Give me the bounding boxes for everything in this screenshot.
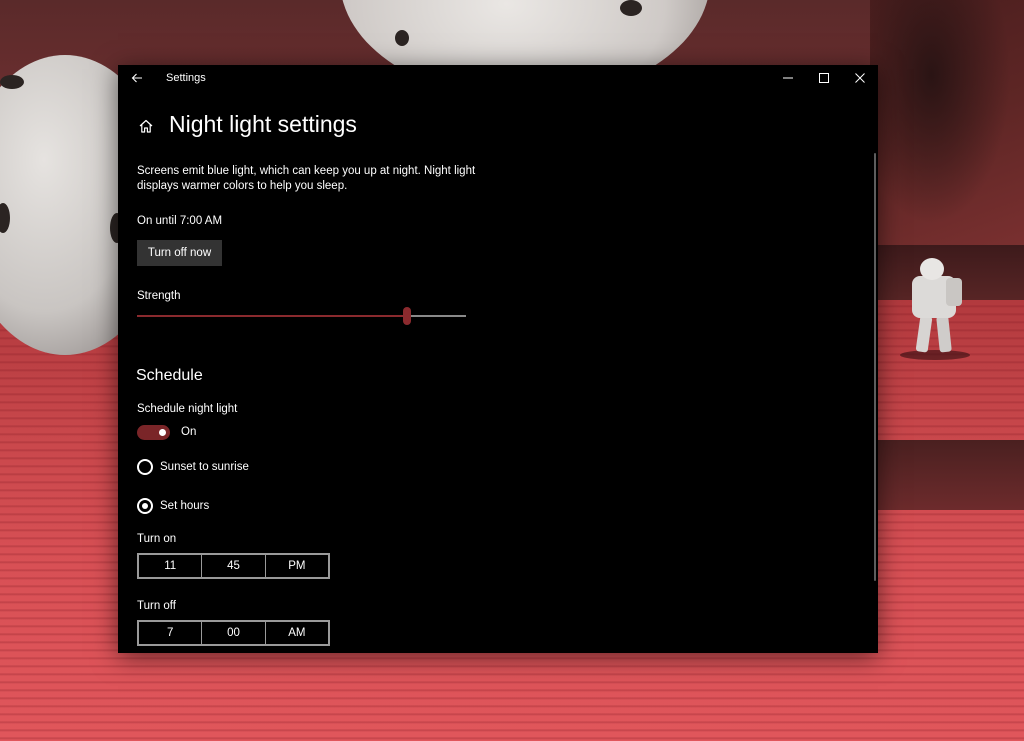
home-icon (139, 119, 153, 133)
window-title: Settings (166, 72, 206, 84)
slider-thumb[interactable] (403, 307, 411, 325)
radio-sunset-to-sunrise[interactable]: Sunset to sunrise (137, 459, 249, 475)
schedule-night-light-label: Schedule night light (137, 403, 238, 415)
radio-set-hours[interactable]: Set hours (137, 498, 209, 514)
strength-label: Strength (137, 290, 181, 302)
turn-off-time-picker[interactable]: 7 00 AM (137, 620, 330, 646)
wallpaper-shore-lower (878, 440, 1024, 510)
close-button[interactable] (842, 65, 878, 91)
maximize-icon (819, 73, 829, 83)
turn-on-minute[interactable]: 45 (201, 555, 264, 577)
page-header: Night light settings (136, 109, 536, 143)
wallpaper-astronaut (900, 258, 970, 360)
turn-off-period[interactable]: AM (264, 622, 328, 644)
radio-button[interactable] (137, 459, 153, 475)
strength-slider[interactable] (137, 305, 466, 327)
toggle-knob (159, 429, 166, 436)
radio-button[interactable] (137, 498, 153, 514)
radio-selected-dot (142, 503, 148, 509)
turn-on-hour[interactable]: 11 (139, 555, 201, 577)
turn-off-hour[interactable]: 7 (139, 622, 201, 644)
turn-on-label: Turn on (137, 533, 177, 545)
turn-off-now-button[interactable]: Turn off now (137, 240, 222, 266)
vertical-scrollbar[interactable] (874, 153, 876, 581)
turn-off-label: Turn off (137, 600, 176, 612)
night-light-status: On until 7:00 AM (137, 215, 223, 227)
radio-label: Sunset to sunrise (160, 461, 249, 473)
schedule-heading: Schedule (136, 367, 203, 384)
home-button[interactable] (136, 116, 156, 136)
maximize-button[interactable] (806, 65, 842, 91)
wallpaper-rocks (870, 0, 1024, 250)
radio-label: Set hours (160, 500, 210, 512)
turn-on-time-picker[interactable]: 11 45 PM (137, 553, 330, 579)
back-button[interactable] (126, 67, 148, 89)
turn-off-minute[interactable]: 00 (201, 622, 264, 644)
schedule-toggle[interactable] (137, 425, 170, 440)
arrow-left-icon (131, 73, 142, 83)
minimize-button[interactable] (770, 65, 806, 91)
settings-window: Settings Night light settings Screens em… (118, 65, 878, 653)
title-bar[interactable]: Settings (118, 65, 878, 91)
page-title: Night light settings (169, 111, 357, 137)
close-icon (855, 73, 865, 83)
turn-on-period[interactable]: PM (264, 555, 328, 577)
toggle-state-label: On (181, 426, 197, 438)
slider-track-fill (137, 315, 407, 317)
minimize-icon (783, 77, 793, 79)
night-light-description: Screens emit blue light, which can keep … (137, 165, 476, 192)
